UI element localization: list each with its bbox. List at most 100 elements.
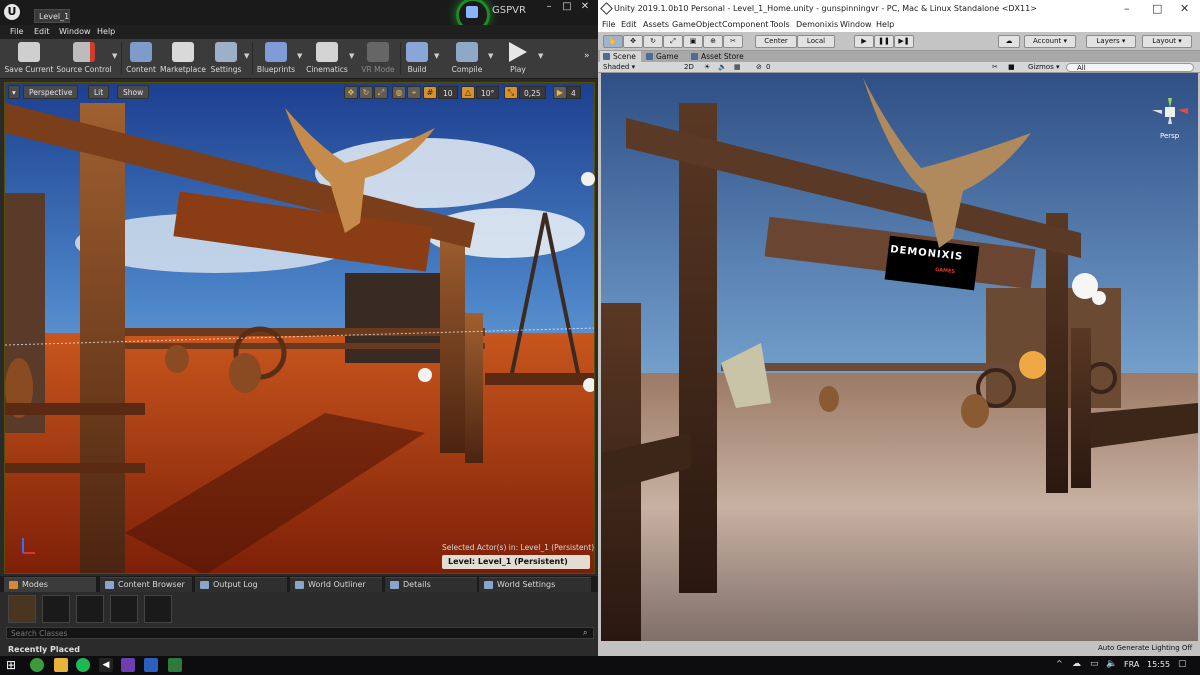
custom-tool-icon[interactable]: ✂ [723,35,743,48]
unity-maximize-button[interactable]: □ [1152,2,1162,15]
geometry-mode-icon[interactable] [144,595,172,623]
unreal-maximize-button[interactable]: □ [558,0,576,14]
tab-output-log[interactable]: Output Log [195,577,287,592]
input-language[interactable]: FRA [1124,660,1139,669]
unity-menu-demonixis[interactable]: Demonixis [796,20,838,29]
unity-minimize-button[interactable]: – [1124,2,1130,15]
tab-modes[interactable]: Modes [4,577,96,592]
hand-tool-icon[interactable]: ✋ [603,35,623,48]
excel-icon[interactable] [168,658,182,672]
shading-mode-dropdown[interactable]: Shaded ▾ [603,62,665,73]
unreal-viewport[interactable] [4,82,595,574]
cloud-tray-icon[interactable]: ☁ [1072,659,1081,669]
perspective-button[interactable]: Perspective [23,85,79,99]
tab-world-outliner[interactable]: World Outliner [290,577,382,592]
scene-orientation-gizmo[interactable] [1150,96,1190,128]
layout-dropdown[interactable]: Layout ▾ [1142,35,1192,48]
source-control-dropdown-icon[interactable]: ▼ [112,52,117,60]
play-dropdown-icon[interactable]: ▼ [538,52,543,60]
cinematics-button[interactable]: Cinematics [305,40,349,77]
scale-tool-icon[interactable]: ⤢ [663,35,683,48]
unity-menu-tools[interactable]: Tools [770,20,790,29]
hidden-objects-icon[interactable]: ⊘ [756,62,762,73]
foliage-mode-icon[interactable] [110,595,138,623]
step-button[interactable]: ▶❚ [894,35,914,48]
marketplace-button[interactable]: Marketplace [160,40,206,77]
settings-dropdown-icon[interactable]: ▼ [244,52,249,60]
camera-settings-icon[interactable]: ■ [1008,62,1015,73]
surface-snap-icon[interactable]: ⌖ [407,86,421,99]
file-explorer-icon[interactable] [54,658,68,672]
world-local-icon[interactable]: ◍ [392,86,406,99]
tab-details[interactable]: Details [385,577,477,592]
pause-button[interactable]: ❚❚ [874,35,894,48]
vr-mode-button[interactable]: VR Mode [358,40,398,77]
tab-game[interactable]: Game [643,51,683,62]
gspvr-icon[interactable] [466,6,478,18]
tab-scene[interactable]: Scene [600,51,641,62]
scale-snap-icon[interactable]: ⤡ [504,86,518,99]
2d-toggle[interactable]: 2D [684,62,694,73]
search-classes-input[interactable]: Search Classes [6,627,594,639]
rect-tool-icon[interactable]: ▣ [683,35,703,48]
compile-dropdown-icon[interactable]: ▼ [488,52,493,60]
unity-scene-view[interactable] [601,73,1198,641]
unreal-menu-window[interactable]: Window [59,27,91,36]
unreal-minimize-button[interactable]: – [540,0,558,14]
viewport-options-button[interactable]: ▾ [8,85,20,99]
rotate-tool-icon[interactable]: ↻ [643,35,663,48]
start-icon[interactable]: ⊞ [6,658,20,672]
scale-snap-value[interactable]: 0,25 [519,86,546,99]
grid-snap-icon[interactable]: # [423,86,437,99]
unreal-taskbar-icon[interactable] [144,658,158,672]
build-button[interactable]: Build [402,40,432,77]
notifications-icon[interactable]: ▢ [1178,659,1187,669]
cinematics-dropdown-icon[interactable]: ▼ [349,52,354,60]
chrome-icon[interactable] [30,658,44,672]
unity-menu-assets[interactable]: Assets [643,20,669,29]
show-button[interactable]: Show [117,85,150,99]
play-button[interactable]: Play [502,40,534,77]
visual-studio-icon[interactable] [121,658,135,672]
unity-menu-file[interactable]: File [602,20,615,29]
translate-tool-icon[interactable]: ✥ [344,86,358,99]
pivot-center-button[interactable]: Center [755,35,797,48]
settings-button[interactable]: Settings [208,40,244,77]
camera-speed-value[interactable]: 4 [566,86,581,99]
save-current-button[interactable]: Save Current [4,40,54,77]
blueprints-dropdown-icon[interactable]: ▼ [297,52,302,60]
rotation-snap-value[interactable]: 10° [476,86,500,99]
lighting-toggle-icon[interactable]: ☀ [704,62,710,73]
lit-button[interactable]: Lit [88,85,110,99]
play-button[interactable]: ▶ [854,35,874,48]
blueprints-button[interactable]: Blueprints [255,40,297,77]
unity-menu-gameobject[interactable]: GameObject [672,20,722,29]
gizmos-dropdown[interactable]: Gizmos ▾ [1028,62,1060,73]
network-icon[interactable]: ▭ [1090,659,1099,669]
content-button[interactable]: Content [124,40,158,77]
viewport-sun-gizmo[interactable] [581,172,595,186]
unreal-level-tab[interactable]: Level_1 [34,9,70,23]
source-control-button[interactable]: Source Control [56,40,112,77]
recently-placed-category[interactable]: Recently Placed [8,645,80,654]
scale-tool-icon[interactable]: ⤢ [374,86,388,99]
account-dropdown[interactable]: Account ▾ [1024,35,1076,48]
effects-toggle-icon[interactable]: ▦ [734,62,741,73]
paint-mode-icon[interactable] [42,595,70,623]
tab-world-settings[interactable]: World Settings [479,577,591,592]
rotate-tool-icon[interactable]: ↻ [359,86,373,99]
move-tool-icon[interactable]: ✥ [623,35,643,48]
tray-chevron-icon[interactable]: ^ [1056,659,1063,668]
build-dropdown-icon[interactable]: ▼ [434,52,439,60]
tools-icon[interactable]: ✂ [992,62,998,73]
layers-dropdown[interactable]: Layers ▾ [1086,35,1136,48]
tab-content-browser[interactable]: Content Browser [100,577,192,592]
volume-icon[interactable]: 🔈 [1106,659,1117,669]
unity-hub-icon[interactable]: ◀ [99,658,113,672]
unity-menu-edit[interactable]: Edit [621,20,637,29]
landscape-mode-icon[interactable] [76,595,104,623]
taskbar-clock[interactable]: 15:55 [1147,660,1170,669]
place-mode-icon[interactable] [8,595,36,623]
cloud-icon[interactable]: ☁ [998,35,1020,48]
unreal-close-button[interactable]: ✕ [576,0,594,14]
